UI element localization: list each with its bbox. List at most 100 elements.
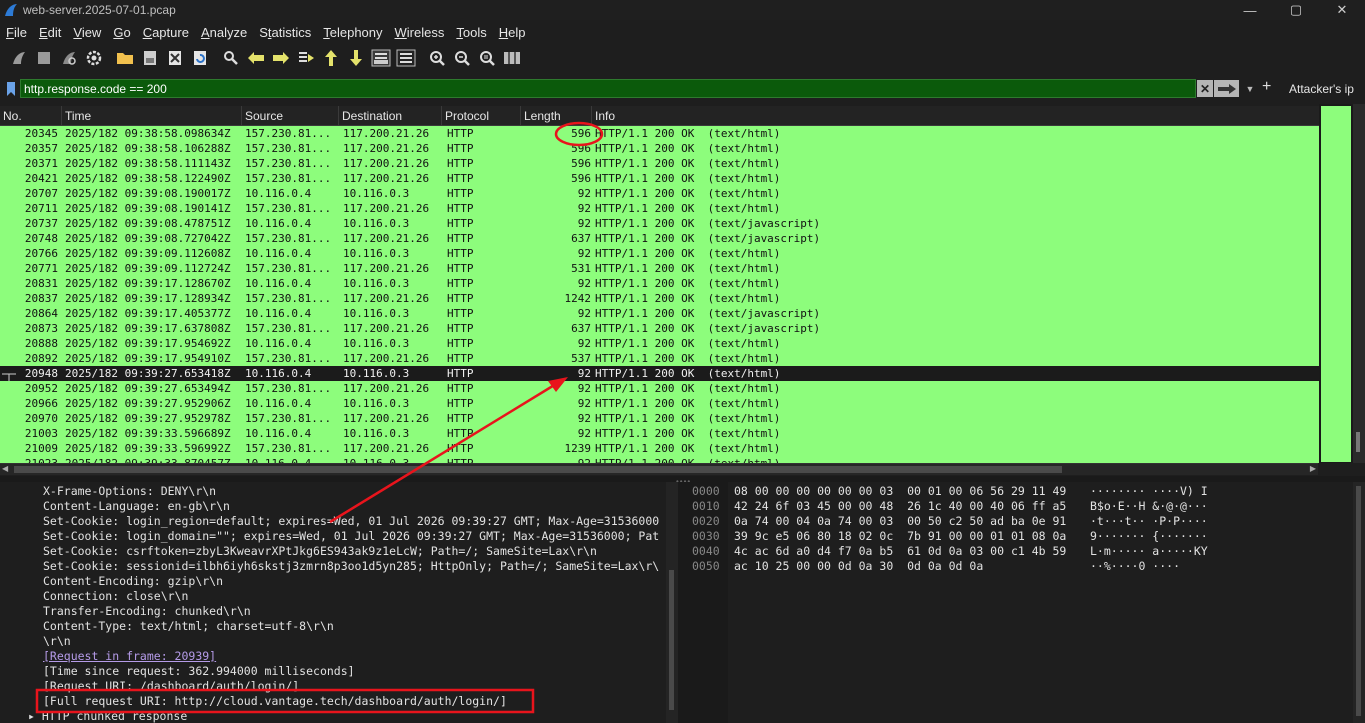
packet-row[interactable]: 20831 2025/182 09:39:17.128670Z 10.116.0.4…	[0, 276, 1319, 291]
packet-row[interactable]: 21023 2025/182 09:39:33.870457Z10.116.0.4…	[0, 456, 1319, 463]
scroll-thumb[interactable]	[1356, 432, 1360, 452]
column-length[interactable]: Length	[521, 106, 592, 126]
menu-go[interactable]: Go	[107, 25, 136, 40]
menu-file[interactable]: File	[0, 25, 33, 40]
byte-ascii[interactable]: L·m····· a·····KY	[1090, 544, 1208, 559]
byte-ascii[interactable]: ·t···t·· ·P·P····	[1090, 514, 1208, 529]
byte-ascii[interactable]: 9······· {·······	[1090, 529, 1208, 544]
packet-row[interactable]: 20970 2025/182 09:39:27.952978Z 157.230.81…	[0, 411, 1319, 426]
detail-line[interactable]: Set-Cookie: sessionid=ilbh6iyh6skstj3zmr…	[43, 559, 659, 574]
colorize-icon[interactable]	[393, 46, 418, 70]
resize-columns-icon[interactable]	[499, 46, 524, 70]
detail-line[interactable]: Connection: close\r\n	[43, 589, 188, 604]
shark-fin-start-icon[interactable]	[6, 46, 31, 70]
expand-triangle-icon[interactable]: ▸	[28, 709, 42, 723]
menu-telephony[interactable]: Telephony	[317, 25, 388, 40]
detail-line[interactable]: [Request URI: /dashboard/auth/login/]	[43, 679, 299, 694]
packet-minimap[interactable]	[1319, 104, 1353, 463]
column-time[interactable]: Time	[62, 106, 242, 126]
detail-line[interactable]: X-Frame-Options: DENY\r\n	[43, 484, 216, 499]
byte-hex[interactable]: 08 00 00 00 00 00 00 03 00 01 00 06 56 2…	[734, 484, 1066, 499]
packet-row[interactable]: 20873 2025/182 09:39:17.637808Z 157.230.81…	[0, 321, 1319, 336]
scroll-thumb[interactable]	[14, 466, 1062, 473]
detail-line[interactable]: Content-Encoding: gzip\r\n	[43, 574, 223, 589]
detail-link[interactable]: [Request in frame: 20939]	[43, 649, 216, 664]
packet-row-selected[interactable]: 20948 2025/182 09:39:27.653418Z 10.116.0.4…	[0, 366, 1319, 381]
byte-ascii[interactable]: ··%····0 ····	[1090, 559, 1180, 574]
autoscroll-icon[interactable]	[368, 46, 393, 70]
detail-line[interactable]: Set-Cookie: csrftoken=zbyL3KweavrXPtJkg6…	[43, 544, 597, 559]
scroll-right-icon[interactable]: ▶	[1310, 464, 1316, 473]
detail-line[interactable]: Content-Type: text/html; charset=utf-8\r…	[43, 619, 334, 634]
last-packet-icon[interactable]	[343, 46, 368, 70]
menu-wireless[interactable]: Wireless	[389, 25, 451, 40]
packet-row[interactable]: 20748 2025/182 09:39:08.727042Z 157.230.81…	[0, 231, 1319, 246]
byte-ascii[interactable]: B$o·E··H &·@·@···	[1090, 499, 1208, 514]
options-gear-icon[interactable]	[81, 46, 106, 70]
apply-filter-arrow-icon[interactable]	[1214, 80, 1239, 97]
reload-icon[interactable]	[187, 46, 212, 70]
packet-row[interactable]: 20892 2025/182 09:39:17.954910Z 157.230.81…	[0, 351, 1319, 366]
first-packet-icon[interactable]	[318, 46, 343, 70]
bytes-vscrollbar[interactable]	[1353, 482, 1365, 723]
column-protocol[interactable]: Protocol	[442, 106, 521, 126]
packet-row[interactable]: 20707 2025/182 09:39:08.190017Z 10.116.0.4…	[0, 186, 1319, 201]
normal-size-icon[interactable]	[474, 46, 499, 70]
restart-icon[interactable]	[56, 46, 81, 70]
detail-line[interactable]: \r\n	[43, 634, 71, 649]
add-filter-button-icon[interactable]: +	[1262, 78, 1271, 96]
detail-tree-item[interactable]: ▸ HTTP chunked response	[28, 709, 187, 723]
save-file-icon[interactable]	[137, 46, 162, 70]
packet-row[interactable]: 21003 2025/182 09:39:33.596689Z 10.116.0.4…	[0, 426, 1319, 441]
packet-list-vscrollbar[interactable]	[1353, 104, 1365, 463]
filter-button-attackers-ip[interactable]: Attacker's ip	[1289, 82, 1354, 96]
minimize-button[interactable]: —	[1227, 0, 1273, 20]
display-filter-input[interactable]: http.response.code == 200	[20, 79, 1196, 98]
packet-row[interactable]: 20766 2025/182 09:39:09.112608Z 10.116.0.4…	[0, 246, 1319, 261]
scroll-thumb[interactable]	[1356, 486, 1361, 716]
back-arrow-icon[interactable]	[243, 46, 268, 70]
packet-row[interactable]: 20771 2025/182 09:39:09.112724Z 157.230.81…	[0, 261, 1319, 276]
packet-row[interactable]: 20966 2025/182 09:39:27.952906Z 10.116.0.4…	[0, 396, 1319, 411]
scroll-left-icon[interactable]: ◀	[2, 464, 8, 473]
detail-line[interactable]: Content-Language: en-gb\r\n	[43, 499, 230, 514]
packet-row[interactable]: 20371 2025/182 09:38:58.111143Z 157.230.81…	[0, 156, 1319, 171]
byte-hex[interactable]: 42 24 6f 03 45 00 00 48 26 1c 40 00 40 0…	[734, 499, 1066, 514]
byte-hex[interactable]: 0a 74 00 04 0a 74 00 03 00 50 c2 50 ad b…	[734, 514, 1066, 529]
detail-line[interactable]: [Time since request: 362.994000 millisec…	[43, 664, 355, 679]
menu-help[interactable]: Help	[493, 25, 532, 40]
forward-arrow-icon[interactable]	[268, 46, 293, 70]
bookmark-icon[interactable]	[4, 79, 18, 99]
stop-icon[interactable]	[31, 46, 56, 70]
scroll-thumb[interactable]	[669, 570, 674, 710]
menu-view[interactable]: View	[67, 25, 107, 40]
clear-filter-icon[interactable]: ✕	[1197, 80, 1213, 97]
menu-statistics[interactable]: Statistics	[253, 25, 317, 40]
close-window-button[interactable]: ✕	[1319, 0, 1365, 20]
packet-row[interactable]: 20837 2025/182 09:39:17.128934Z 157.230.81…	[0, 291, 1319, 306]
detail-line[interactable]: Set-Cookie: login_domain=""; expires=Wed…	[43, 529, 659, 544]
zoom-out-icon[interactable]	[449, 46, 474, 70]
packet-row[interactable]: 20864 2025/182 09:39:17.405377Z 10.116.0.4…	[0, 306, 1319, 321]
column-source[interactable]: Source	[242, 106, 339, 126]
column-no[interactable]: No.	[0, 106, 62, 126]
find-packet-icon[interactable]	[218, 46, 243, 70]
packet-row[interactable]: 20711 2025/182 09:39:08.190141Z 157.230.81…	[0, 201, 1319, 216]
details-bytes-splitter[interactable]	[678, 482, 688, 723]
packet-row[interactable]: 20357 2025/182 09:38:58.106288Z 157.230.81…	[0, 141, 1319, 156]
open-folder-icon[interactable]	[112, 46, 137, 70]
byte-hex[interactable]: ac 10 25 00 00 0d 0a 30 0d 0a 0d 0a	[734, 559, 983, 574]
byte-hex[interactable]: 4c ac 6d a0 d4 f7 0a b5 61 0d 0a 03 00 c…	[734, 544, 1066, 559]
packet-list-hscrollbar[interactable]: ◀ ▶	[0, 463, 1318, 475]
byte-hex[interactable]: 39 9c e5 06 80 18 02 0c 7b 91 00 00 01 0…	[734, 529, 1066, 544]
packet-row[interactable]: 20952 2025/182 09:39:27.653494Z 157.230.81…	[0, 381, 1319, 396]
menu-edit[interactable]: Edit	[33, 25, 67, 40]
menu-capture[interactable]: Capture	[137, 25, 195, 40]
detail-line[interactable]: [Full request URI: http://cloud.vantage.…	[43, 694, 507, 709]
column-destination[interactable]: Destination	[339, 106, 442, 126]
packet-row[interactable]: 20345 2025/182 09:38:58.098634Z 157.230.81…	[0, 126, 1319, 141]
packet-row[interactable]: 21009 2025/182 09:39:33.596992Z 157.230.81…	[0, 441, 1319, 456]
byte-ascii[interactable]: ········ ····V) I	[1090, 484, 1208, 499]
packet-row[interactable]: 20421 2025/182 09:38:58.122490Z 157.230.81…	[0, 171, 1319, 186]
details-vscrollbar[interactable]	[666, 482, 678, 723]
